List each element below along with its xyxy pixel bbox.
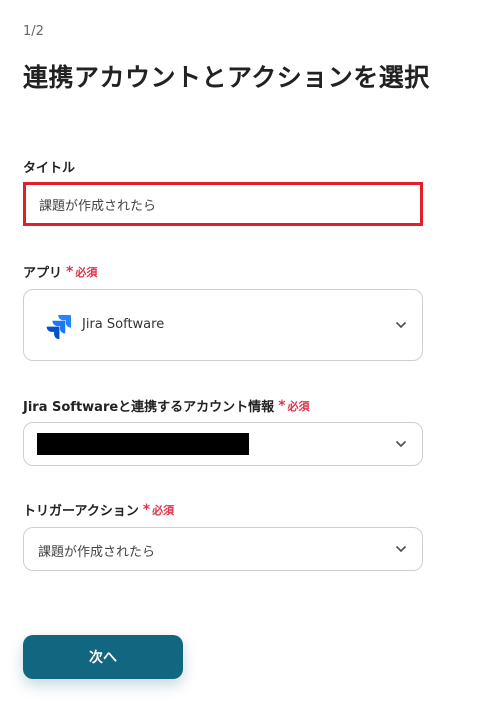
- account-field-label: Jira Softwareと連携するアカウント情報 * 必須: [23, 396, 310, 416]
- app-select-value: Jira Software: [82, 317, 165, 332]
- app-field-label-text: アプリ: [23, 266, 63, 281]
- trigger-field-label-text: トリガーアクション: [23, 504, 139, 519]
- app-field-label: アプリ * 必須: [23, 262, 98, 282]
- required-asterisk: *: [66, 263, 74, 280]
- required-badge: 必須: [152, 503, 175, 517]
- trigger-field-label: トリガーアクション * 必須: [23, 500, 175, 520]
- title-field-label: タイトル: [23, 157, 75, 176]
- required-asterisk: *: [278, 397, 286, 414]
- required-asterisk: *: [142, 501, 151, 518]
- jira-software-icon: [46, 315, 71, 339]
- chevron-down-icon: [396, 322, 406, 328]
- title-input[interactable]: [23, 182, 423, 226]
- step-indicator: 1/2: [23, 24, 44, 39]
- account-select[interactable]: [23, 422, 423, 466]
- account-field-label-text: Jira Softwareと連携するアカウント情報: [23, 400, 275, 415]
- page-title: 連携アカウントとアクションを選択: [23, 63, 430, 92]
- chevron-down-icon: [396, 546, 406, 552]
- trigger-action-value: 課題が作成されたら: [38, 545, 156, 560]
- required-badge: 必須: [75, 265, 98, 279]
- next-button[interactable]: 次へ: [23, 635, 183, 679]
- trigger-action-select[interactable]: 課題が作成されたら: [23, 527, 423, 571]
- redacted-account-value: [37, 433, 249, 455]
- title-field-label-text: タイトル: [23, 161, 76, 176]
- chevron-down-icon: [396, 441, 406, 447]
- app-select[interactable]: Jira Software: [23, 289, 423, 361]
- required-badge: 必須: [287, 399, 310, 413]
